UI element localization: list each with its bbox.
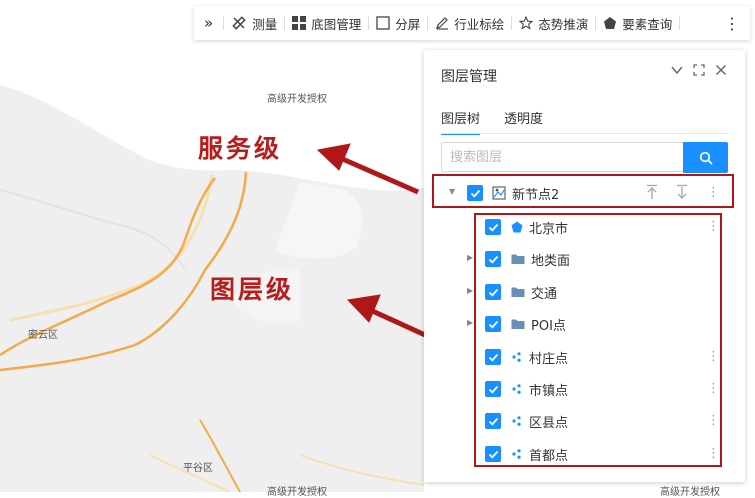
annotation-layer-level: 图层级: [210, 275, 295, 304]
measure-button[interactable]: 测量: [224, 6, 284, 40]
pentagon-icon: [603, 16, 617, 30]
measure-label: 测量: [252, 16, 278, 32]
close-icon: [716, 65, 726, 75]
ruler-icon: [231, 15, 247, 31]
maximize-panel-button[interactable]: [693, 64, 705, 80]
map-watermark-bottom-left: 高级开发授权: [267, 487, 327, 498]
basemap-manage-button[interactable]: 底图管理: [285, 6, 368, 40]
close-panel-button[interactable]: [715, 64, 727, 80]
basemap-manage-label: 底图管理: [311, 16, 362, 32]
search-icon: [699, 151, 713, 165]
split-screen-label: 分屏: [395, 16, 421, 32]
expand-icon: [693, 64, 705, 76]
map-district-label: 密云区: [28, 330, 58, 341]
situation-deduction-button[interactable]: 态势推演: [512, 6, 595, 40]
industry-plotting-button[interactable]: 行业标绘: [428, 6, 511, 40]
map-watermark-bottom-right: 高级开发授权: [660, 487, 720, 498]
vertical-ellipsis-icon: ⋮: [724, 13, 740, 33]
layer-search-input[interactable]: [441, 142, 683, 172]
collapse-panel-button[interactable]: [671, 64, 683, 80]
tab-opacity[interactable]: 透明度: [504, 108, 543, 135]
pen-icon: [435, 16, 449, 30]
service-level-highlight-box: [432, 174, 734, 208]
toolbar-divider: [679, 16, 681, 30]
star-icon: [519, 16, 534, 30]
toolbar-more-button[interactable]: ⋮: [714, 6, 750, 40]
layer-level-highlight-box: [474, 213, 722, 467]
feature-query-label: 要素查询: [622, 16, 673, 32]
collapse-toolbar-button[interactable]: »: [194, 6, 223, 40]
split-screen-icon: [376, 16, 390, 30]
situation-deduction-label: 态势推演: [538, 16, 589, 32]
panel-tabs: 图层树 透明度: [441, 108, 543, 135]
split-screen-button[interactable]: 分屏: [369, 6, 427, 40]
chevron-down-icon: [671, 66, 683, 75]
layer-search-button[interactable]: [683, 142, 728, 173]
grid-icon: [292, 16, 307, 30]
map-watermark-top: 高级开发授权: [267, 94, 327, 105]
map-district-label-bottom: 平谷区: [183, 463, 213, 474]
feature-query-button[interactable]: 要素查询: [596, 6, 679, 40]
double-chevron-right-icon: »: [204, 14, 214, 32]
tabs-divider: [441, 133, 728, 134]
annotation-service-level: 服务级: [198, 134, 283, 163]
panel-title: 图层管理: [441, 69, 497, 85]
industry-plotting-label: 行业标绘: [454, 16, 505, 32]
map-toolbar: » 测量 底图管理 分屏 行业标绘 态势推演 要素查询 ⋮: [194, 6, 750, 40]
layer-expand-toggle[interactable]: ▶: [467, 318, 473, 327]
layer-expand-toggle[interactable]: ▶: [467, 253, 473, 262]
tab-layer-tree[interactable]: 图层树: [441, 108, 481, 135]
layer-expand-toggle[interactable]: ▶: [467, 286, 473, 295]
